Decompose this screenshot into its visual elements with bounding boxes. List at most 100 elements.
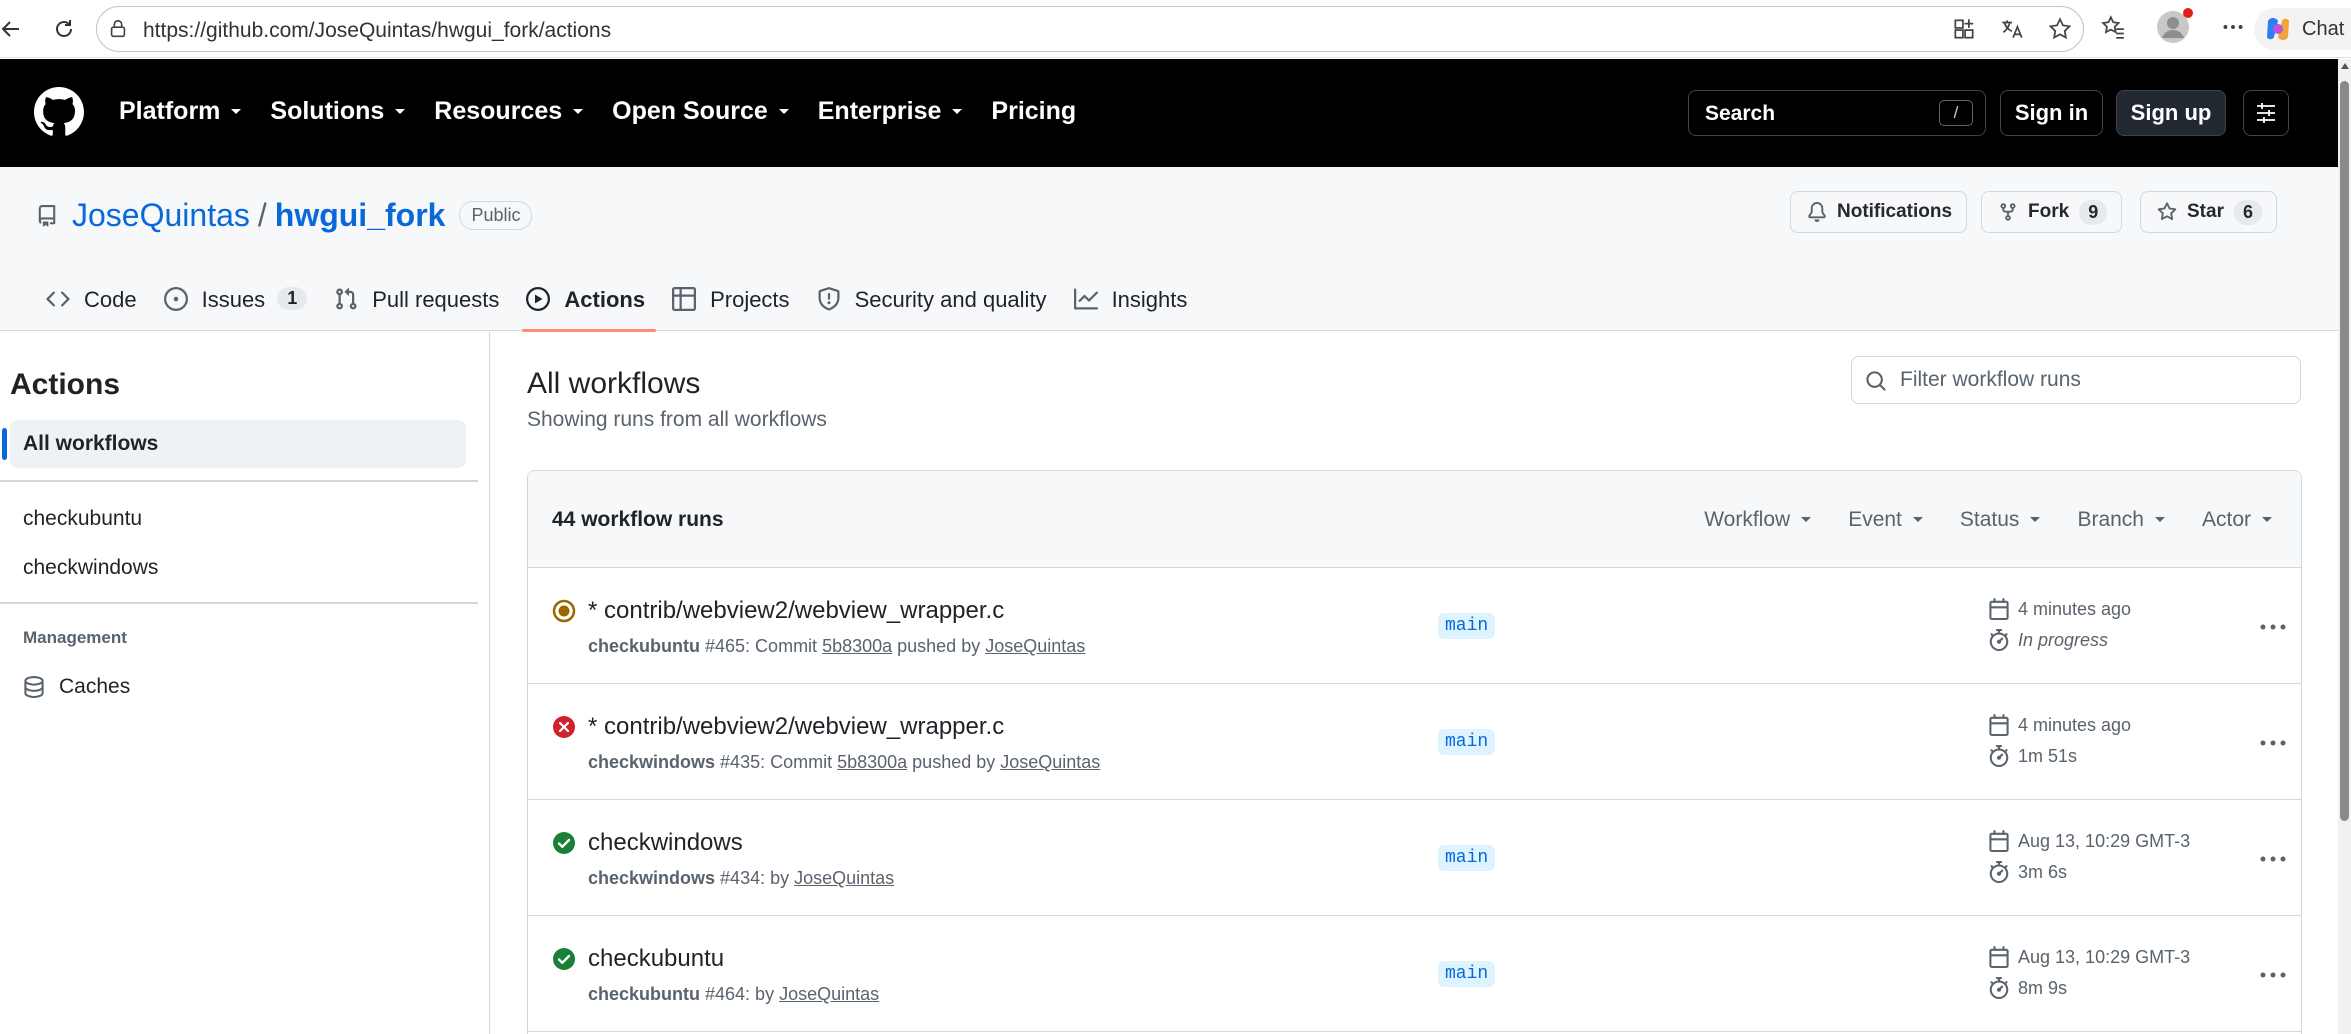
- commit-link[interactable]: 5b8300a: [837, 752, 907, 772]
- workflow-run-row[interactable]: checkubuntu checkubuntu #464: by JoseQui…: [528, 916, 2301, 1032]
- translate-icon[interactable]: [1999, 16, 2025, 42]
- reload-button[interactable]: [45, 10, 83, 48]
- filter-workflow-dropdown[interactable]: Workflow: [1704, 508, 1812, 532]
- sidebar-item-checkwindows[interactable]: checkwindows: [23, 556, 158, 580]
- notifications-button[interactable]: Notifications: [1790, 191, 1968, 233]
- github-logo-icon[interactable]: [34, 87, 84, 137]
- chat-label: Chat: [2302, 17, 2345, 40]
- fork-icon: [2000, 203, 2016, 221]
- search-button[interactable]: Search /: [1688, 90, 1986, 136]
- branch-label[interactable]: main: [1438, 845, 1496, 871]
- issue-icon: [163, 287, 188, 311]
- tab-issues[interactable]: Issues 1: [154, 277, 325, 331]
- run-duration: 3m 6s: [1988, 861, 2067, 883]
- workflow-run-row[interactable]: * contrib/webview2/webview_wrapper.c che…: [528, 568, 2301, 684]
- profile-avatar[interactable]: [2156, 8, 2193, 44]
- workflow-run-row[interactable]: * contrib/webview2/webview_wrapper.c che…: [528, 684, 2301, 800]
- scroll-up-arrow[interactable]: [2341, 63, 2349, 69]
- repo-owner-link[interactable]: JoseQuintas: [72, 197, 250, 234]
- calendar-icon: [1989, 946, 2009, 968]
- tab-projects[interactable]: Projects: [662, 277, 806, 331]
- sign-in-button[interactable]: Sign in: [2000, 90, 2103, 136]
- stopwatch-icon: [1989, 745, 2009, 767]
- failure-x-icon: [553, 716, 575, 738]
- chevron-down-icon: [952, 108, 963, 114]
- sidebar-divider: [0, 602, 478, 604]
- table-icon: [672, 287, 697, 311]
- kebab-menu-icon[interactable]: [2258, 844, 2288, 874]
- kebab-menu-icon[interactable]: [2258, 612, 2288, 642]
- tab-insights[interactable]: Insights: [1064, 277, 1205, 331]
- tab-pull-requests[interactable]: Pull requests: [324, 277, 516, 331]
- actor-link[interactable]: JoseQuintas: [1000, 752, 1100, 772]
- sidebar-item-caches[interactable]: Caches: [23, 675, 130, 699]
- favorite-star-icon[interactable]: [2047, 16, 2073, 42]
- chevron-down-icon: [2262, 517, 2272, 522]
- notification-dot: [2183, 8, 2193, 18]
- github-header: Platform Solutions Resources Open Source…: [0, 59, 2338, 167]
- sidebar-item-all-workflows[interactable]: All workflows: [2, 420, 466, 468]
- reload-icon: [56, 20, 72, 37]
- back-button[interactable]: [0, 10, 30, 48]
- shield-icon: [818, 287, 840, 311]
- filter-actor-dropdown[interactable]: Actor: [2202, 508, 2273, 532]
- star-icon: [2157, 202, 2177, 221]
- run-title-link[interactable]: checkwindows: [588, 829, 743, 857]
- nav-open-source[interactable]: Open Source: [612, 97, 790, 126]
- url-text: https://github.com/JoseQuintas/hwgui_for…: [143, 19, 612, 42]
- tab-security[interactable]: Security and quality: [807, 277, 1064, 331]
- actor-link[interactable]: JoseQuintas: [779, 984, 879, 1004]
- filter-status-dropdown[interactable]: Status: [1960, 508, 2042, 532]
- run-title-link[interactable]: * contrib/webview2/webview_wrapper.c: [588, 597, 1004, 625]
- branch-label[interactable]: main: [1438, 613, 1496, 639]
- copilot-icon: [2267, 18, 2289, 40]
- more-icon[interactable]: [2220, 14, 2246, 40]
- tab-code[interactable]: Code: [36, 277, 154, 331]
- appearance-settings-button[interactable]: [2243, 90, 2289, 136]
- repo-title: JoseQuintas / hwgui_fork Public: [36, 197, 533, 234]
- nav-enterprise[interactable]: Enterprise: [818, 97, 964, 126]
- run-title-link[interactable]: * contrib/webview2/webview_wrapper.c: [588, 713, 1004, 741]
- branch-label[interactable]: main: [1438, 729, 1496, 755]
- star-label: Star: [2187, 201, 2224, 222]
- run-title-link[interactable]: checkubuntu: [588, 945, 724, 973]
- page-scrollbar[interactable]: [2338, 59, 2351, 1034]
- search-placeholder: Search: [1705, 102, 1776, 125]
- management-heading: Management: [23, 628, 127, 647]
- bell-icon: [1808, 202, 1826, 222]
- branch-label[interactable]: main: [1438, 961, 1496, 987]
- nav-resources[interactable]: Resources: [434, 97, 584, 126]
- nav-pricing[interactable]: Pricing: [991, 97, 1076, 126]
- tab-issues-label: Issues: [201, 287, 266, 312]
- sidebar-item-checkubuntu[interactable]: checkubuntu: [23, 507, 142, 531]
- repo-name-link[interactable]: hwgui_fork: [275, 197, 446, 234]
- apps-icon[interactable]: [1951, 16, 1977, 42]
- sign-up-button[interactable]: Sign up: [2116, 90, 2226, 136]
- address-bar[interactable]: https://github.com/JoseQuintas/hwgui_for…: [96, 6, 2084, 52]
- page-subtitle: Showing runs from all workflows: [527, 408, 827, 431]
- actor-link[interactable]: JoseQuintas: [794, 868, 894, 888]
- site-info-icon[interactable]: [107, 18, 129, 40]
- kebab-menu-icon[interactable]: [2258, 728, 2288, 758]
- runs-count: 44 workflow runs: [552, 508, 724, 531]
- fork-label: Fork: [2028, 201, 2070, 222]
- copilot-chat-button[interactable]: Chat: [2254, 8, 2351, 50]
- fork-button[interactable]: Fork 9: [1981, 191, 2123, 233]
- filter-input[interactable]: [1900, 365, 2290, 395]
- repo-icon: [38, 204, 56, 227]
- nav-solutions[interactable]: Solutions: [270, 97, 406, 126]
- favorites-icon[interactable]: [2100, 14, 2126, 40]
- search-shortcut-key: /: [1939, 100, 1973, 126]
- kebab-menu-icon[interactable]: [2258, 960, 2288, 990]
- nav-platform[interactable]: Platform: [119, 97, 242, 126]
- tab-pull-requests-label: Pull requests: [372, 287, 500, 312]
- workflow-run-row[interactable]: checkwindows checkwindows #434: by JoseQ…: [528, 800, 2301, 916]
- star-button[interactable]: Star 6: [2140, 191, 2277, 233]
- filter-event-dropdown[interactable]: Event: [1848, 508, 1924, 532]
- scrollbar-thumb[interactable]: [2340, 81, 2349, 821]
- actor-link[interactable]: JoseQuintas: [985, 636, 1085, 656]
- tab-actions[interactable]: Actions: [516, 277, 662, 332]
- filter-workflow-runs[interactable]: [1851, 356, 2301, 404]
- filter-branch-dropdown[interactable]: Branch: [2077, 508, 2166, 532]
- commit-link[interactable]: 5b8300a: [822, 636, 892, 656]
